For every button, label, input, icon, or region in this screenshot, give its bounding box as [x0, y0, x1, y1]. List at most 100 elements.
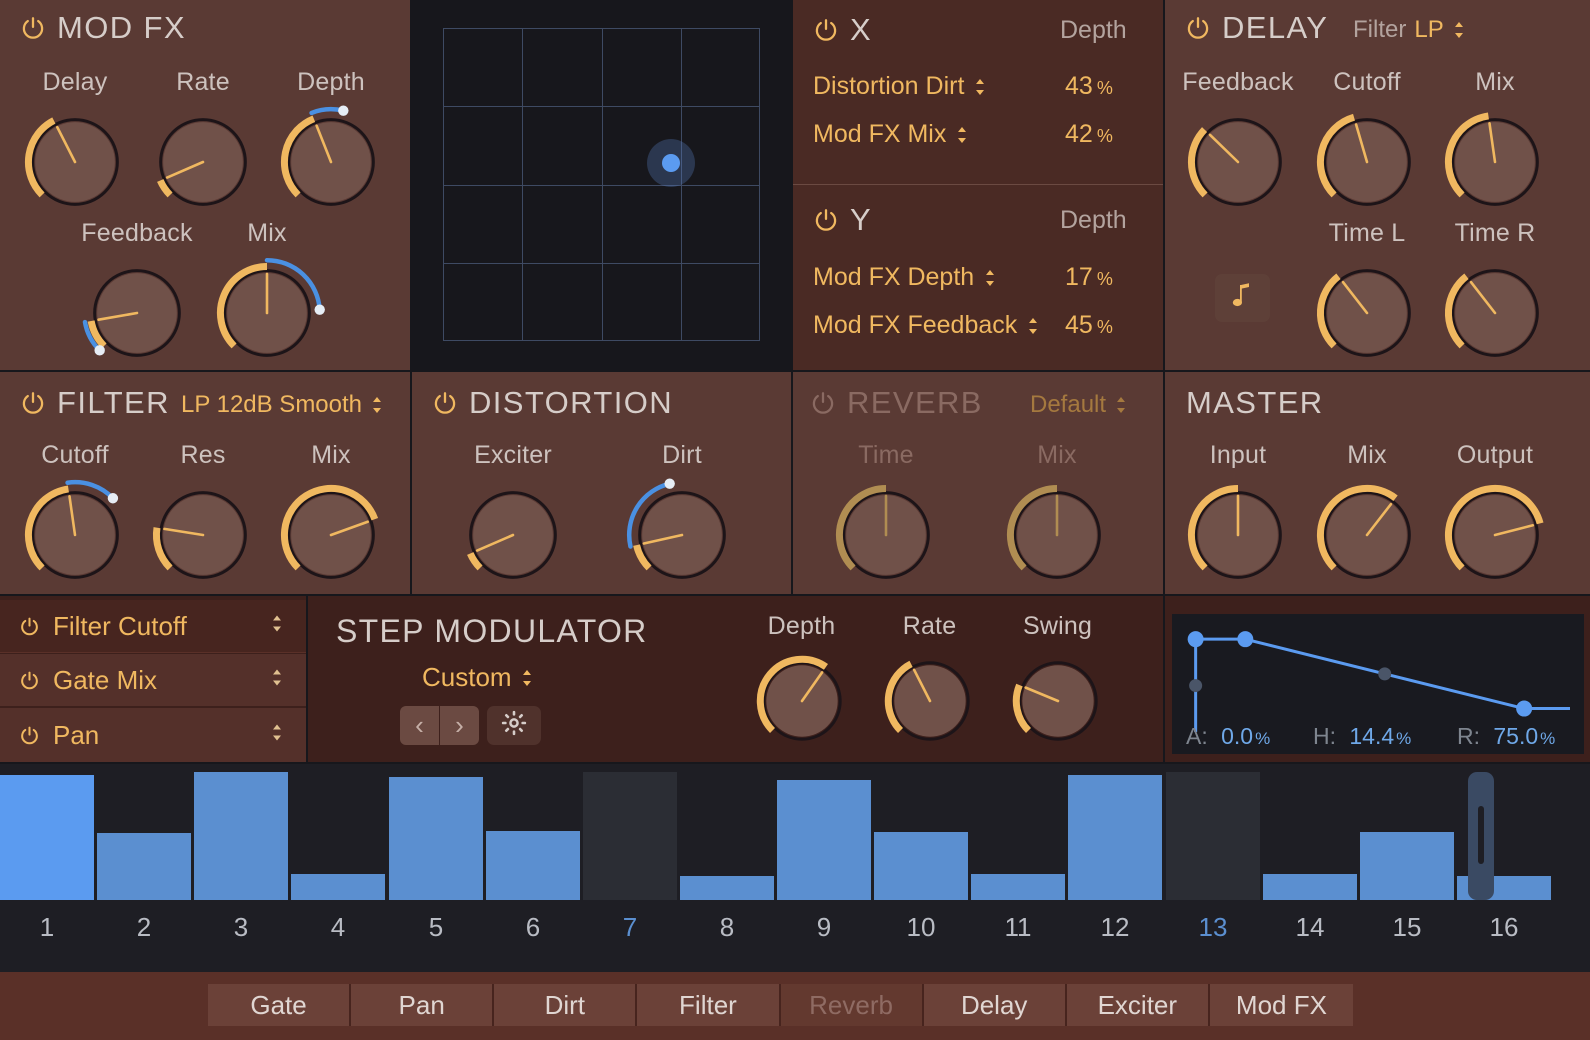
step-cell[interactable]	[389, 772, 483, 900]
knob-modfx-depth[interactable]: Depth	[272, 68, 390, 225]
tab-gate[interactable]: Gate	[208, 984, 351, 1026]
knob-dial[interactable]	[455, 477, 571, 593]
slot-power-icon[interactable]	[19, 616, 40, 637]
step-bar[interactable]	[0, 775, 94, 900]
chevron-updown-icon[interactable]	[973, 76, 987, 98]
step-cell[interactable]	[1166, 772, 1260, 900]
stepmod-preset-dropdown[interactable]: Custom	[422, 662, 534, 693]
chevron-updown-icon[interactable]	[1452, 19, 1466, 41]
knob-delay-time-r[interactable]: Time R	[1436, 219, 1554, 376]
chevron-updown-icon[interactable]	[983, 267, 997, 289]
xy-puck[interactable]	[647, 139, 695, 187]
knob-dial[interactable]	[209, 255, 325, 371]
knob-modfx-delay[interactable]: Delay	[16, 68, 134, 225]
knob-dial[interactable]	[1180, 104, 1296, 220]
knob-filter-res[interactable]: Res	[144, 441, 262, 598]
step-cell[interactable]	[1360, 772, 1454, 900]
knob-dial[interactable]	[1180, 477, 1296, 593]
knob-dial[interactable]	[273, 104, 389, 220]
step-cell[interactable]	[583, 772, 677, 900]
knob-stepmod-depth[interactable]: Depth	[749, 612, 854, 759]
step-cell[interactable]	[291, 772, 385, 900]
step-bar[interactable]	[1263, 874, 1357, 900]
knob-dial[interactable]	[1005, 648, 1111, 754]
step-bar[interactable]	[971, 874, 1065, 900]
knob-master-mix[interactable]: Mix	[1308, 441, 1426, 598]
knob-delay-mix[interactable]: Mix	[1436, 68, 1554, 225]
x-mod-row-0[interactable]: Distortion Dirt	[813, 72, 987, 101]
knob-dial[interactable]	[828, 477, 944, 593]
knob-delay-time-l[interactable]: Time L	[1308, 219, 1426, 376]
knob-distortion-dirt[interactable]: Dirt	[623, 441, 741, 598]
filter-power-icon[interactable]	[20, 390, 46, 416]
knob-dial[interactable]	[1309, 255, 1425, 371]
step-cell[interactable]	[486, 772, 580, 900]
step-cell[interactable]	[0, 772, 94, 900]
step-sequencer[interactable]: 12345678910111213141516	[0, 764, 1590, 972]
y-mod-row-1[interactable]: Mod FX Feedback	[813, 311, 1040, 340]
stepmod-next-button[interactable]: ›	[440, 706, 479, 745]
knob-dial[interactable]	[145, 104, 261, 220]
stepmod-prev-button[interactable]: ‹	[400, 706, 439, 745]
knob-stepmod-rate[interactable]: Rate	[877, 612, 982, 759]
knob-dial[interactable]	[1437, 104, 1553, 220]
x-power-icon[interactable]	[813, 17, 839, 43]
knob-delay-cutoff[interactable]: Cutoff	[1308, 68, 1426, 225]
delay-filter-dropdown[interactable]: Filter LP	[1353, 16, 1466, 44]
knob-reverb-time[interactable]: Time	[827, 441, 945, 598]
delay-sync-note-button[interactable]	[1215, 274, 1270, 322]
y-mod-value-0[interactable]: 17%	[1065, 263, 1113, 292]
step-bar[interactable]	[1166, 772, 1260, 900]
step-cell[interactable]	[971, 772, 1065, 900]
step-bar[interactable]	[194, 772, 288, 900]
step-bar[interactable]	[486, 831, 580, 900]
knob-master-input[interactable]: Input	[1179, 441, 1297, 598]
knob-dial[interactable]	[1309, 104, 1425, 220]
chevron-updown-icon[interactable]	[1114, 394, 1128, 416]
knob-dial[interactable]	[999, 477, 1115, 593]
reverb-preset-dropdown[interactable]: Default	[1030, 391, 1128, 419]
step-bar[interactable]	[291, 874, 385, 900]
chevron-updown-icon[interactable]	[1026, 315, 1040, 337]
step-bar[interactable]	[1360, 832, 1454, 900]
tab-mod-fx[interactable]: Mod FX	[1210, 984, 1353, 1026]
y-power-icon[interactable]	[813, 207, 839, 233]
knob-dial[interactable]	[79, 255, 195, 371]
knob-modfx-feedback[interactable]: Feedback	[78, 219, 196, 376]
step-cell[interactable]	[777, 772, 871, 900]
chevron-updown-icon[interactable]	[520, 667, 534, 689]
x-mod-row-1[interactable]: Mod FX Mix	[813, 120, 969, 149]
reverb-power-icon[interactable]	[810, 390, 836, 416]
step-length-handle[interactable]	[1468, 772, 1494, 900]
sidebar-item-pan[interactable]: Pan	[0, 708, 306, 762]
slot-power-icon[interactable]	[19, 670, 40, 691]
knob-dial[interactable]	[624, 477, 740, 593]
chevron-updown-icon[interactable]	[270, 722, 284, 749]
sidebar-item-gate-mix[interactable]: Gate Mix	[0, 654, 306, 707]
knob-reverb-mix[interactable]: Mix	[998, 441, 1116, 598]
chevron-updown-icon[interactable]	[370, 394, 384, 416]
knob-dial[interactable]	[1309, 477, 1425, 593]
y-mod-value-1[interactable]: 45%	[1065, 311, 1113, 340]
knob-filter-cutoff[interactable]: Cutoff	[16, 441, 134, 598]
sidebar-item-filter-cutoff[interactable]: Filter Cutoff	[0, 600, 306, 653]
knob-dial[interactable]	[17, 104, 133, 220]
filter-type-dropdown[interactable]: LP 12dB Smooth	[181, 391, 384, 419]
knob-modfx-rate[interactable]: Rate	[144, 68, 262, 225]
step-bar[interactable]	[1068, 775, 1162, 900]
knob-filter-mix[interactable]: Mix	[272, 441, 390, 598]
step-bar[interactable]	[389, 777, 483, 900]
knob-stepmod-swing[interactable]: Swing	[1005, 612, 1110, 759]
step-cell[interactable]	[874, 772, 968, 900]
knob-dial[interactable]	[17, 477, 133, 593]
delay-power-icon[interactable]	[1185, 15, 1211, 41]
knob-dial[interactable]	[877, 648, 983, 754]
y-mod-row-0[interactable]: Mod FX Depth	[813, 263, 997, 292]
step-cell[interactable]	[97, 772, 191, 900]
knob-delay-feedback[interactable]: Feedback	[1179, 68, 1297, 225]
modfx-power-icon[interactable]	[20, 15, 46, 41]
x-mod-value-0[interactable]: 43%	[1065, 72, 1113, 101]
distortion-power-icon[interactable]	[432, 390, 458, 416]
tab-filter[interactable]: Filter	[637, 984, 780, 1026]
step-bar[interactable]	[777, 780, 871, 900]
